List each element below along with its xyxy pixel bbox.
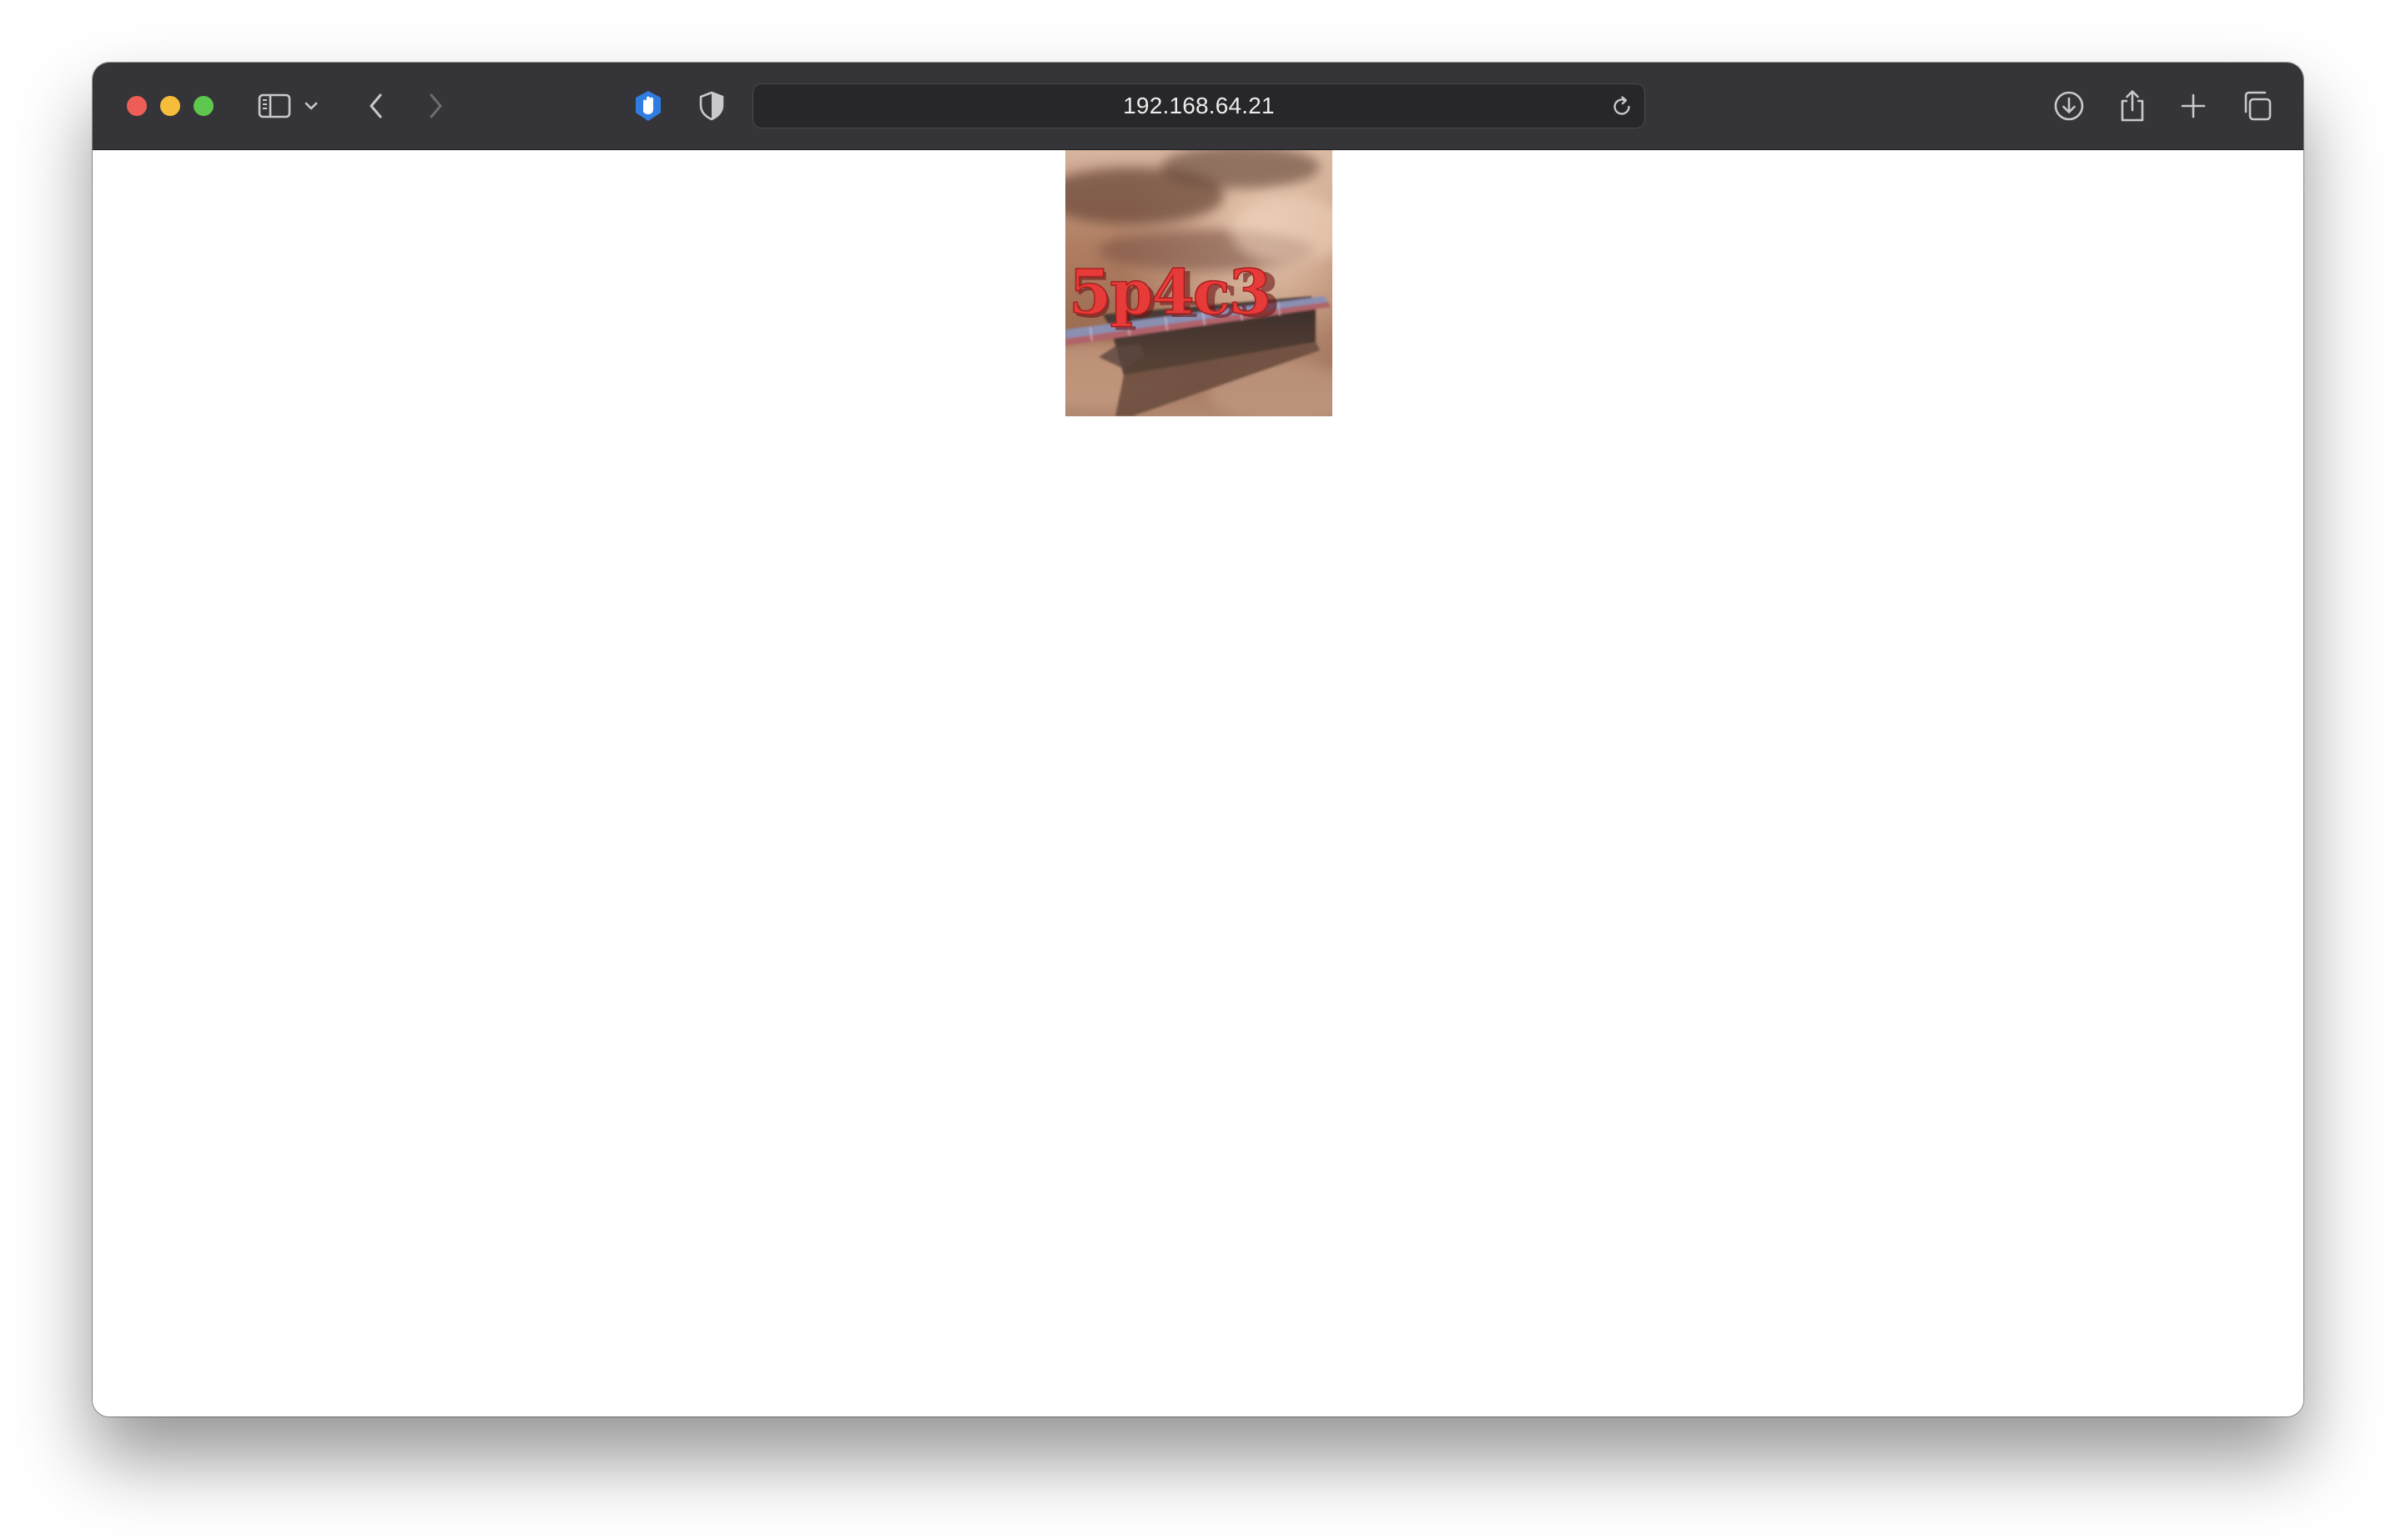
privacy-report-button[interactable] — [693, 85, 730, 127]
address-url: 192.168.64.21 — [1123, 93, 1275, 118]
sidebar-icon — [258, 93, 291, 118]
shield-icon — [699, 91, 724, 121]
zoom-window-button[interactable] — [194, 96, 214, 116]
chevron-left-icon — [370, 93, 382, 118]
plus-icon — [2181, 93, 2206, 118]
close-window-button[interactable] — [127, 96, 147, 116]
minimize-window-button[interactable] — [160, 96, 180, 116]
new-tab-button[interactable] — [2173, 85, 2213, 127]
hand-icon — [636, 91, 661, 121]
address-bar[interactable]: 192.168.64.21 — [753, 83, 1645, 128]
tab-groups-menu-button[interactable] — [299, 85, 324, 127]
sidebar-toggle-button[interactable] — [254, 85, 295, 127]
tab-overview-button[interactable] — [2237, 85, 2277, 127]
share-button[interactable] — [2112, 85, 2152, 127]
page-image: 5p4c3 5p4c3 — [1065, 150, 1332, 416]
extension-button[interactable] — [630, 85, 667, 127]
forward-button[interactable] — [419, 85, 452, 127]
chevron-down-icon — [305, 102, 318, 110]
tabs-icon — [2244, 91, 2272, 121]
browser-toolbar: 192.168.64.21 — [93, 63, 2303, 150]
page-content: 5p4c3 5p4c3 — [93, 150, 2303, 1417]
browser-window: 192.168.64.21 5p4c3 5p4c3 — [93, 63, 2303, 1417]
download-icon — [2054, 91, 2084, 121]
share-icon — [2121, 90, 2144, 122]
downloads-button[interactable] — [2049, 85, 2089, 127]
back-button[interactable] — [360, 85, 393, 127]
image-logo-text: 5p4c3 — [1069, 257, 1270, 329]
reload-icon[interactable] — [1608, 93, 1635, 119]
chevron-right-icon — [430, 93, 442, 118]
